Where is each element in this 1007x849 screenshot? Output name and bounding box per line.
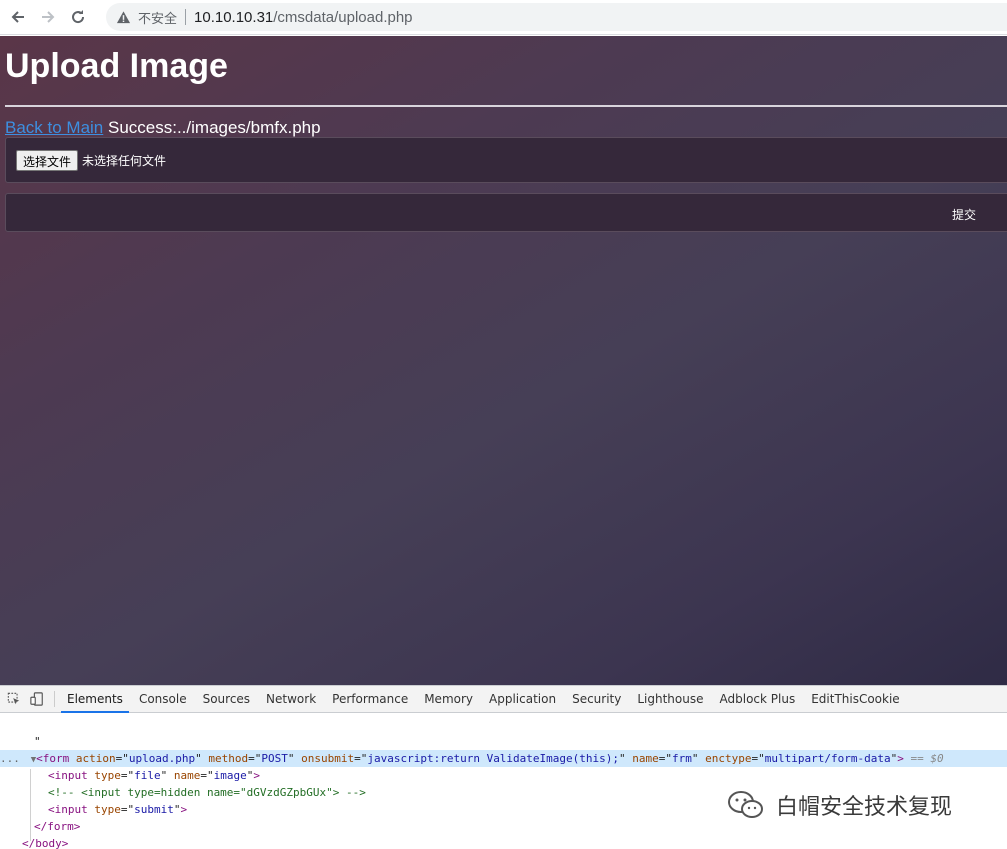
close-form-tag: </form> bbox=[34, 820, 81, 833]
tab-application[interactable]: Application bbox=[483, 686, 562, 713]
security-label: 不安全 bbox=[138, 10, 178, 26]
address-bar[interactable]: 不安全 10.10.10.31/cmsdata/upload.php bbox=[106, 3, 1007, 31]
input1-name-attr: name bbox=[173, 769, 201, 782]
devtools-panel: Elements Console Sources Network Performance… bbox=[0, 685, 1007, 849]
ellipsis-icon[interactable]: ... bbox=[0, 752, 20, 765]
tab-editthiscookie[interactable]: EditThisCookie bbox=[805, 686, 906, 713]
tabbar-divider bbox=[54, 691, 55, 707]
upload-status-text: Success:../images/bmfx.php bbox=[103, 118, 321, 137]
hidden-input-comment: <!-- <input type=hidden name="dGVzdGZpbG… bbox=[48, 786, 366, 799]
title-divider bbox=[5, 105, 1007, 107]
input2-type-val: submit bbox=[134, 803, 174, 816]
file-input-row: 选择文件 未选择任何文件 bbox=[5, 137, 1007, 183]
form-name-attr: name bbox=[632, 752, 659, 765]
submit-button[interactable]: 提交 bbox=[5, 193, 1007, 232]
submit-label: 提交 bbox=[952, 208, 977, 222]
elements-tree: " ... ▼<form action="upload.php" method=… bbox=[0, 713, 1007, 849]
form-onsubmit-attr: onsubmit bbox=[301, 752, 355, 765]
form-name-val: frm bbox=[672, 752, 692, 765]
form-tag-name: form bbox=[42, 752, 70, 765]
browser-toolbar: 不安全 10.10.10.31/cmsdata/upload.php bbox=[0, 0, 1007, 35]
back-arrow-icon[interactable] bbox=[6, 5, 30, 29]
back-to-main-link[interactable]: Back to Main bbox=[5, 118, 103, 137]
text-node-line[interactable]: " bbox=[0, 733, 1007, 750]
forward-arrow-icon[interactable] bbox=[36, 5, 60, 29]
input1-type-val: file bbox=[134, 769, 161, 782]
input1-name-val: image bbox=[213, 769, 247, 782]
watermark-text: 白帽安全技术复现 bbox=[776, 795, 953, 820]
wechat-logo-icon bbox=[728, 791, 763, 818]
wechat-watermark: 白帽安全技术复现 bbox=[726, 789, 952, 821]
tab-memory[interactable]: Memory bbox=[418, 686, 479, 713]
tab-lighthouse[interactable]: Lighthouse bbox=[631, 686, 709, 713]
selected-marker: == $0 bbox=[910, 752, 944, 765]
tab-performance[interactable]: Performance bbox=[326, 686, 414, 713]
page-viewport: Upload Image Back to Main Success:../ima… bbox=[0, 36, 1007, 685]
tab-network[interactable]: Network bbox=[260, 686, 322, 713]
form-enctype-attr: enctype bbox=[705, 752, 752, 765]
form-enctype-val: multipart/form-data bbox=[764, 752, 891, 765]
devtools-tabs: Elements Console Sources Network Performance… bbox=[61, 686, 910, 713]
form-onsubmit-val: javascript:return ValidateImage(this); bbox=[367, 752, 620, 765]
tab-security[interactable]: Security bbox=[566, 686, 627, 713]
tab-console[interactable]: Console bbox=[133, 686, 193, 713]
tab-adblock-plus[interactable]: Adblock Plus bbox=[714, 686, 802, 713]
form-action-attr: action bbox=[75, 752, 116, 765]
url-text[interactable]: 10.10.10.31/cmsdata/upload.php bbox=[194, 9, 413, 26]
input1-tag-name: input bbox=[54, 769, 88, 782]
no-file-text: 未选择任何文件 bbox=[82, 153, 167, 168]
device-toolbar-icon[interactable] bbox=[28, 690, 46, 708]
indent-guide bbox=[30, 769, 31, 841]
omnibox-divider bbox=[185, 9, 187, 25]
input2-tag-name: input bbox=[54, 803, 88, 816]
form-element-line[interactable]: ... ▼<form action="upload.php" method="P… bbox=[0, 750, 1007, 767]
tab-elements[interactable]: Elements bbox=[61, 686, 129, 713]
form-method-attr: method bbox=[208, 752, 249, 765]
quote-text: " bbox=[34, 735, 41, 748]
expand-triangle-icon[interactable]: ▼ bbox=[20, 755, 36, 765]
form-action-val: upload.php bbox=[128, 752, 196, 765]
close-body-tag: </body> bbox=[22, 837, 69, 849]
warning-triangle-icon[interactable] bbox=[116, 9, 132, 25]
choose-file-button[interactable]: 选择文件 bbox=[16, 149, 79, 171]
form-method-val: POST bbox=[261, 752, 288, 765]
tab-sources[interactable]: Sources bbox=[197, 686, 256, 713]
inspect-element-icon[interactable] bbox=[5, 690, 23, 708]
status-line: Back to Main Success:../images/bmfx.php bbox=[5, 118, 321, 138]
input1-type-attr: type bbox=[94, 769, 121, 782]
page-title: Upload Image bbox=[5, 47, 228, 85]
devtools-tabbar: Elements Console Sources Network Performance… bbox=[0, 686, 1007, 713]
url-host: 10.10.10.31 bbox=[194, 8, 274, 26]
input-file-line[interactable]: <input type="file" name="image"> bbox=[0, 767, 1007, 784]
reload-icon[interactable] bbox=[66, 5, 90, 29]
input2-type-attr: type bbox=[94, 803, 121, 816]
close-body-line[interactable]: </body> bbox=[0, 835, 1007, 849]
url-path: /cmsdata/upload.php bbox=[273, 8, 413, 26]
